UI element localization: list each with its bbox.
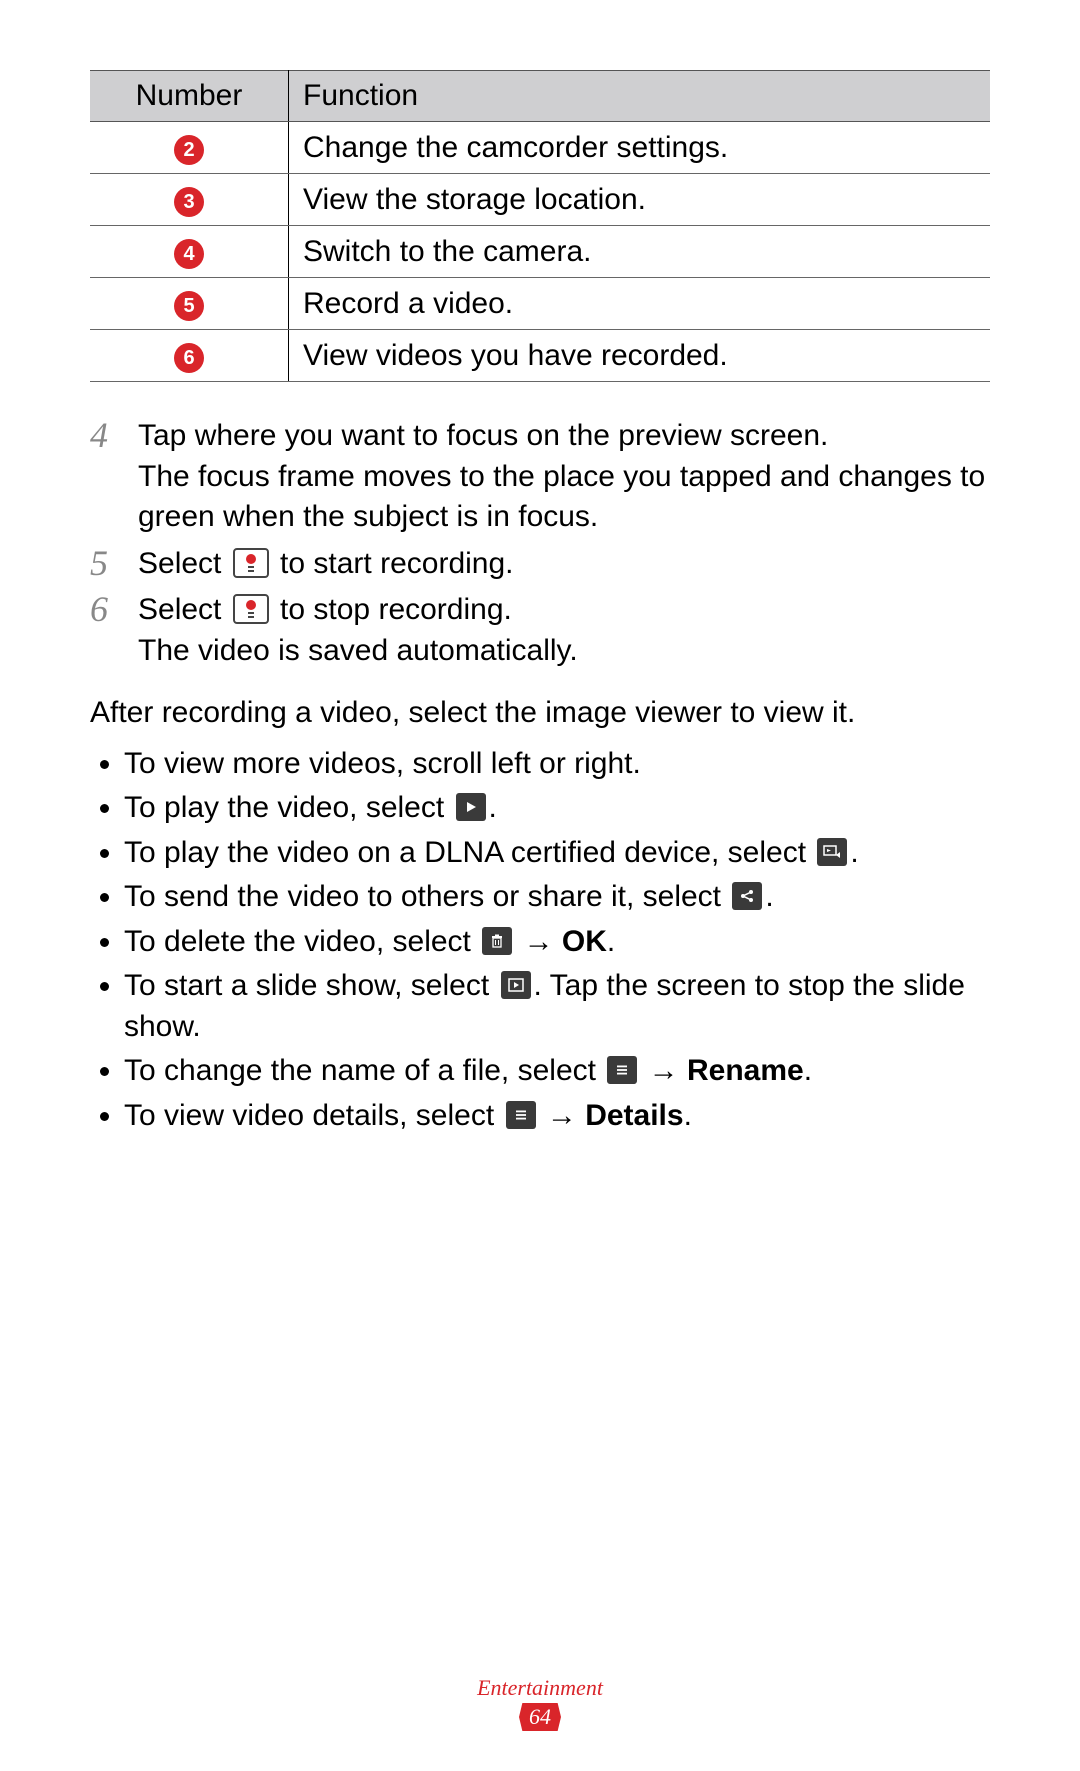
row-function-cell: View the storage location. [289,174,991,226]
stop-record-icon [233,594,269,624]
b5-pre: To delete the video, select [124,925,479,958]
step-body: Select to stop recording. The video is s… [138,590,990,671]
table-row: 5 Record a video. [90,278,990,330]
b1: To view more videos, scroll left or righ… [124,747,641,780]
bullet-item: To view video details, select → Details. [124,1096,990,1137]
bullet-list: To view more videos, scroll left or righ… [90,744,990,1137]
b8-pre: To view video details, select [124,1099,503,1132]
table-header-row: Number Function [90,71,990,122]
step-number: 4 [90,416,122,538]
b6-pre: To start a slide show, select [124,969,498,1002]
b3-post: . [850,836,858,869]
record-icon [233,548,269,578]
number-badge-6: 6 [174,343,204,373]
step4-line1: Tap where you want to focus on the previ… [138,419,828,452]
row-function-cell: Record a video. [289,278,991,330]
b5-post: . [607,925,615,958]
b8-bold: Details [585,1099,683,1132]
table-row: 3 View the storage location. [90,174,990,226]
number-badge-5: 5 [174,291,204,321]
row-number-cell: 2 [90,122,289,174]
table-row: 4 Switch to the camera. [90,226,990,278]
numbered-steps: 4 Tap where you want to focus on the pre… [90,416,990,671]
after-paragraph: After recording a video, select the imag… [90,693,990,734]
header-number: Number [90,71,289,122]
bullet-item: To view more videos, scroll left or righ… [124,744,990,785]
b4-post: . [765,880,773,913]
slideshow-icon [501,971,531,999]
step-body: Tap where you want to focus on the previ… [138,416,990,538]
b3-pre: To play the video on a DLNA certified de… [124,836,814,869]
menu-icon [506,1101,536,1129]
row-function-cell: Change the camcorder settings. [289,122,991,174]
footer-section: Entertainment [0,1675,1080,1701]
function-table: Number Function 2 Change the camcorder s… [90,70,990,382]
dlna-icon [817,838,847,866]
number-badge-3: 3 [174,187,204,217]
bullet-item: To play the video, select . [124,788,990,829]
number-badge-4: 4 [174,239,204,269]
step-6: 6 Select to stop recording. The video is… [90,590,990,671]
bullet-item: To send the video to others or share it,… [124,877,990,918]
step-number: 6 [90,590,122,671]
row-number-cell: 5 [90,278,289,330]
step5-post: to start recording. [272,547,514,580]
b5-arrow: → [515,925,562,958]
step-body: Select to start recording. [138,544,990,585]
step-5: 5 Select to start recording. [90,544,990,585]
bullet-item: To change the name of a file, select → R… [124,1051,990,1092]
menu-icon [607,1056,637,1084]
row-function-cell: View videos you have recorded. [289,330,991,382]
page-footer: Entertainment 64 [0,1675,1080,1731]
b8-arrow: → [539,1099,586,1132]
number-badge-2: 2 [174,135,204,165]
b7-arrow: → [640,1054,687,1087]
b8-post: . [684,1099,692,1132]
share-icon [732,882,762,910]
b7-post: . [804,1054,812,1087]
step6-post: to stop recording. [272,593,512,626]
b2-post: . [489,791,497,824]
b5-bold: OK [562,925,607,958]
manual-page: Number Function 2 Change the camcorder s… [0,0,1080,1771]
header-function: Function [289,71,991,122]
table-row: 2 Change the camcorder settings. [90,122,990,174]
row-number-cell: 3 [90,174,289,226]
play-icon [456,793,486,821]
step6-pre: Select [138,593,230,626]
delete-icon [482,927,512,955]
bullet-item: To play the video on a DLNA certified de… [124,833,990,874]
step6-line2: The video is saved automatically. [138,634,578,667]
b7-bold: Rename [687,1054,804,1087]
row-function-cell: Switch to the camera. [289,226,991,278]
step-number: 5 [90,544,122,585]
step5-pre: Select [138,547,230,580]
step4-line2: The focus frame moves to the place you t… [138,460,985,534]
b4-pre: To send the video to others or share it,… [124,880,729,913]
row-number-cell: 4 [90,226,289,278]
page-number-badge: 64 [519,1703,561,1731]
b2-pre: To play the video, select [124,791,453,824]
table-row: 6 View videos you have recorded. [90,330,990,382]
bullet-item: To delete the video, select → OK. [124,922,990,963]
bullet-item: To start a slide show, select . Tap the … [124,966,990,1047]
row-number-cell: 6 [90,330,289,382]
b7-pre: To change the name of a file, select [124,1054,604,1087]
step-4: 4 Tap where you want to focus on the pre… [90,416,990,538]
